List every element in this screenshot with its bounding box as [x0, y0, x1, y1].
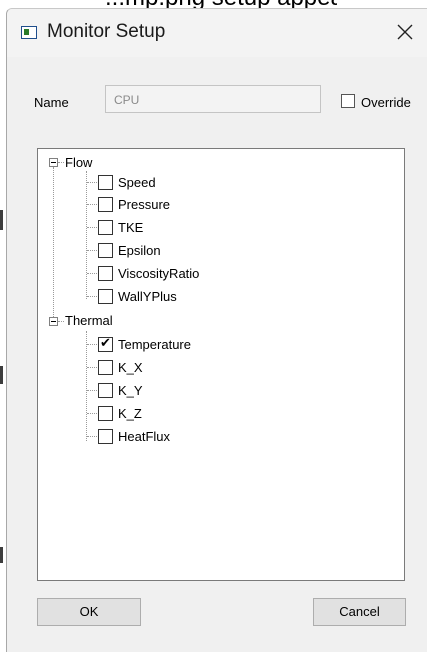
close-icon — [397, 24, 413, 40]
tree-item-speed: Speed — [118, 175, 156, 190]
window-title: Monitor Setup — [47, 21, 166, 42]
override-label: Override — [361, 95, 411, 110]
thermal-collapse-toggle[interactable] — [49, 317, 58, 326]
background-text-fragment: ...mp.png setup appears — [105, 0, 337, 8]
checkbox-speed[interactable] — [98, 175, 113, 190]
tree-item-heatflux: HeatFlux — [118, 429, 171, 444]
checkbox-viscosityratio[interactable] — [98, 266, 113, 281]
tree-item-pressure: Pressure — [118, 197, 171, 212]
close-button[interactable] — [383, 9, 427, 57]
name-field[interactable]: CPU — [105, 85, 321, 113]
tree-group-flow[interactable]: Flow — [65, 155, 92, 170]
tree-item-k-z: K_Z — [118, 406, 142, 421]
monitor-setup-dialog: Monitor Setup Name CPU Override Flow Spe… — [6, 8, 427, 652]
checkbox-tke[interactable] — [98, 220, 113, 235]
cancel-button[interactable]: Cancel — [313, 598, 406, 626]
tree-group-thermal[interactable]: Thermal — [65, 313, 113, 328]
checkbox-wallyplus[interactable] — [98, 289, 113, 304]
window-edge-mark — [0, 210, 3, 230]
tree-item-wallyplus: WallYPlus — [118, 289, 177, 304]
tree-item-k-x: K_X — [118, 360, 143, 375]
checkbox-k-z[interactable] — [98, 406, 113, 421]
name-label: Name — [34, 95, 69, 110]
checkmark-icon: ✔ — [100, 335, 111, 350]
flow-collapse-toggle[interactable] — [49, 158, 58, 167]
app-window-icon — [21, 26, 37, 39]
tree-item-epsilon: Epsilon — [118, 243, 161, 258]
checkbox-pressure[interactable] — [98, 197, 113, 212]
tree-item-temperature: Temperature — [118, 337, 191, 352]
tree-item-viscosityratio: ViscosityRatio — [118, 266, 200, 281]
checkbox-k-x[interactable] — [98, 360, 113, 375]
monitor-tree[interactable]: Flow Speed Pressure TKE Epsilon Viscosit… — [37, 148, 405, 581]
window-edge-mark — [0, 547, 3, 563]
checkbox-heatflux[interactable] — [98, 429, 113, 444]
title-bar: Monitor Setup — [7, 9, 427, 57]
override-checkbox[interactable] — [341, 94, 355, 108]
background-top-strip: ...mp.png setup appears — [0, 0, 427, 8]
ok-button[interactable]: OK — [37, 598, 141, 626]
tree-item-tke: TKE — [118, 220, 144, 235]
checkbox-k-y[interactable] — [98, 383, 113, 398]
window-edge-mark — [0, 366, 3, 384]
checkbox-epsilon[interactable] — [98, 243, 113, 258]
tree-item-k-y: K_Y — [118, 383, 143, 398]
checkbox-temperature[interactable]: ✔ — [98, 335, 113, 352]
